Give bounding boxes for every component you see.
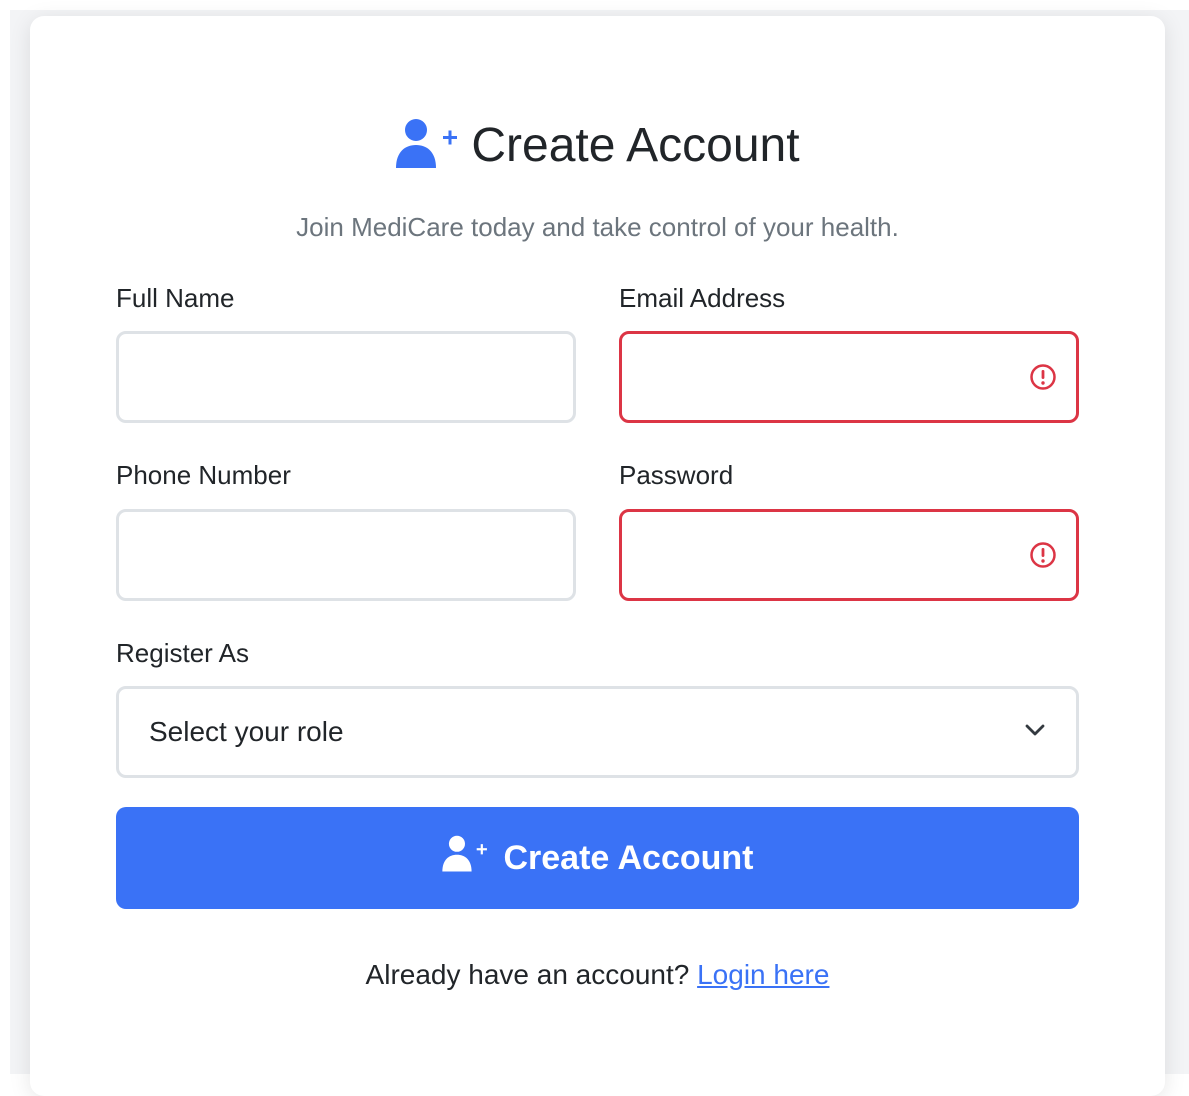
signup-card: Create Account Join MediCare today and t…: [30, 16, 1165, 1096]
email-input[interactable]: [619, 331, 1079, 423]
role-select-value: Select your role: [149, 716, 344, 747]
phone-label: Phone Number: [116, 460, 291, 490]
chevron-down-icon: [1024, 723, 1046, 742]
email-label: Email Address: [619, 283, 786, 313]
page-title: Create Account: [471, 119, 800, 172]
user-plus-icon: [395, 118, 459, 175]
create-account-button-label: Create Account: [503, 838, 754, 877]
password-label: Password: [619, 460, 734, 490]
login-link[interactable]: Login here: [697, 959, 829, 990]
card-header: Create Account: [30, 116, 1165, 176]
create-account-button[interactable]: Create Account: [116, 807, 1079, 909]
login-prompt-text: Already have an account?: [365, 959, 690, 990]
role-label: Register As: [116, 638, 249, 668]
role-select[interactable]: Select your role: [116, 686, 1079, 778]
email-error-icon: [1029, 363, 1057, 391]
phone-input[interactable]: [116, 509, 576, 601]
password-error-icon: [1029, 541, 1057, 569]
page-subtitle: Join MediCare today and take control of …: [296, 212, 899, 242]
login-prompt: Already have an account? Login here: [30, 956, 1165, 994]
password-input[interactable]: [619, 509, 1079, 601]
full-name-label: Full Name: [116, 283, 235, 313]
user-plus-icon: [441, 835, 489, 882]
full-name-input[interactable]: [116, 331, 576, 423]
